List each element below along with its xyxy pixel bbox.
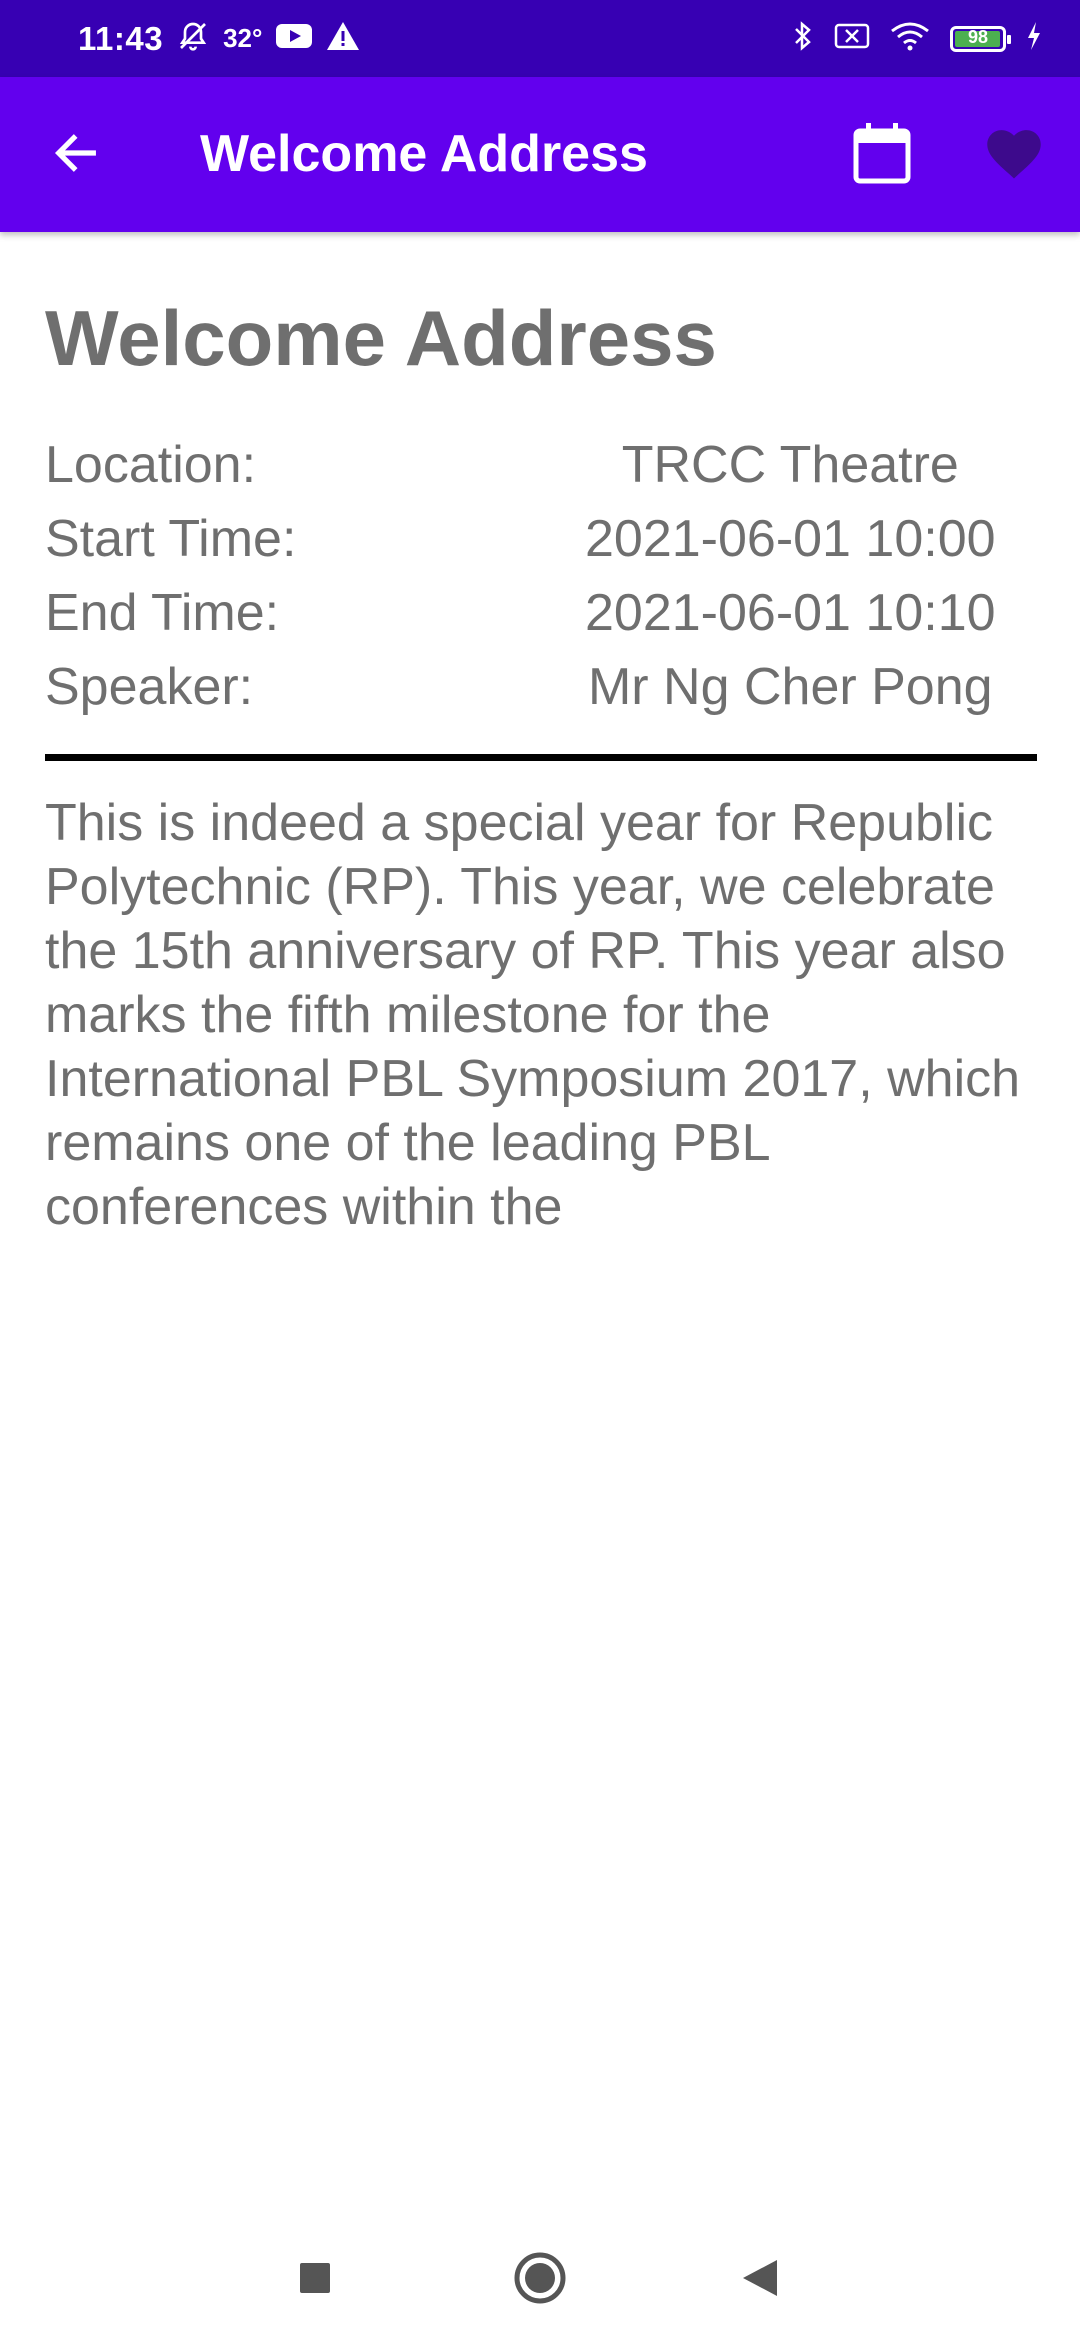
info-row-end-time: End Time: 2021-06-01 10:10: [45, 576, 1045, 650]
info-label: Start Time:: [45, 510, 297, 568]
wifi-icon: [890, 21, 930, 56]
status-time: 11:43: [78, 19, 164, 57]
favorite-button[interactable]: [972, 117, 1056, 193]
bluetooth-icon: [792, 20, 814, 57]
info-label: Speaker:: [45, 658, 254, 716]
calendar-icon: [852, 121, 912, 190]
divider: [45, 754, 1037, 761]
charging-icon: [1026, 21, 1042, 56]
sim-off-icon: [834, 22, 870, 55]
battery-level-text: 98: [967, 26, 989, 47]
info-row-start-time: Start Time: 2021-06-01 10:00: [45, 502, 1045, 576]
event-description: This is indeed a special year for Republ…: [45, 794, 1021, 1236]
info-value: 2021-06-01 10:00: [584, 510, 996, 568]
status-bar: 11:43 32° 98: [0, 0, 1080, 77]
recents-button[interactable]: [255, 2220, 375, 2340]
back-triangle-icon: [741, 2258, 779, 2303]
warning-icon: [326, 21, 360, 56]
home-circle-icon: [513, 2251, 567, 2310]
event-details: Welcome Address Location: TRCC Theatre S…: [45, 232, 1045, 1239]
back-button[interactable]: [38, 117, 114, 193]
info-value: TRCC Theatre: [621, 436, 959, 494]
status-left: 11:43 32°: [78, 0, 360, 77]
back-nav-button[interactable]: [700, 2220, 820, 2340]
add-to-calendar-button[interactable]: [840, 117, 924, 193]
battery-nub: [1007, 34, 1011, 44]
status-right: 98: [792, 0, 1042, 77]
alarm-off-icon: [177, 20, 209, 57]
status-temperature: 32°: [223, 23, 263, 53]
info-label: Location:: [45, 436, 257, 494]
info-value: 2021-06-01 10:10: [584, 584, 996, 642]
app-bar: Welcome Address: [0, 77, 1080, 232]
info-row-location: Location: TRCC Theatre: [45, 428, 1045, 502]
arrow-back-icon: [50, 127, 102, 184]
home-button[interactable]: [480, 2220, 600, 2340]
event-info-table: Location: TRCC Theatre Start Time: 2021-…: [45, 428, 1045, 724]
heart-icon: [983, 125, 1045, 186]
event-title: Welcome Address: [45, 294, 717, 382]
app-bar-title: Welcome Address: [200, 125, 648, 183]
recents-square-icon: [298, 2261, 332, 2300]
battery-icon: 98: [950, 25, 1011, 52]
info-label: End Time:: [45, 584, 280, 642]
youtube-icon: [276, 22, 313, 55]
info-row-speaker: Speaker: Mr Ng Cher Pong: [45, 650, 1045, 724]
system-nav-bar: [0, 2220, 1080, 2340]
info-value: Mr Ng Cher Pong: [587, 658, 993, 716]
